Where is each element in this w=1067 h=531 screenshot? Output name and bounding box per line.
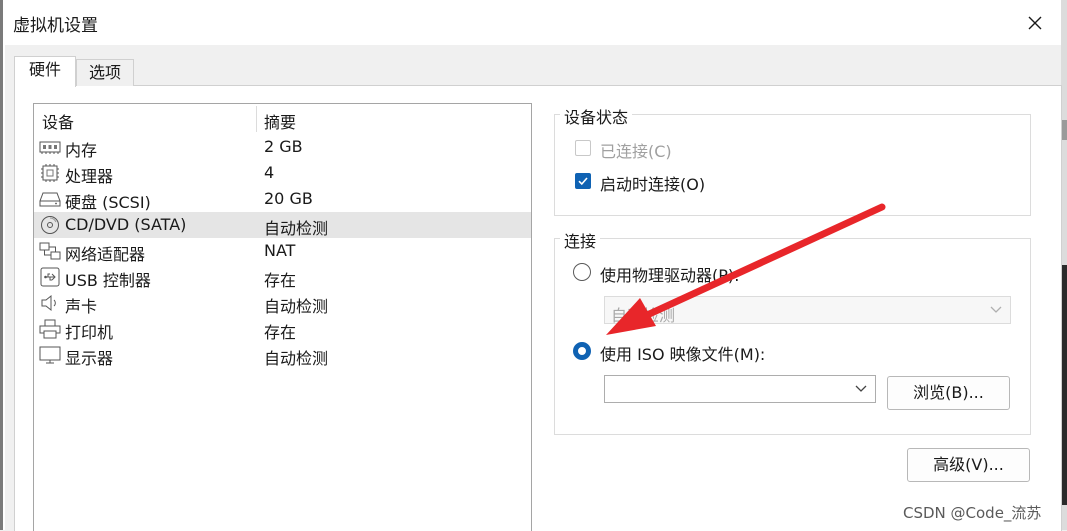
physical-drive-select[interactable]: 自动检测 (604, 296, 1011, 325)
device-name: 内存 (65, 141, 98, 160)
device-row-printer[interactable]: 打印机 存在 (34, 316, 531, 342)
hard-disk-icon (39, 192, 61, 207)
vm-settings-dialog: 虚拟机设置 硬件 选项 设备 摘要 内存 2 GB 处理器 4 硬盘 (SCSI… (5, 0, 1062, 531)
tab-options[interactable]: 选项 (76, 59, 134, 86)
close-button[interactable] (1019, 8, 1051, 38)
device-status-label: 设备状态 (560, 104, 633, 128)
connection-label: 连接 (560, 228, 601, 252)
device-summary: 自动检测 (264, 297, 329, 316)
device-name: 硬盘 (SCSI) (65, 193, 151, 212)
column-header-summary[interactable]: 摘要 (264, 109, 296, 133)
network-adapter-icon (39, 242, 61, 260)
device-row-processor[interactable]: 处理器 4 (34, 160, 531, 186)
device-summary: 2 GB (264, 137, 303, 156)
checkmark-icon (578, 177, 588, 186)
connect-at-power-on-label: 启动时连接(O) (600, 175, 706, 194)
chevron-down-icon (855, 385, 867, 392)
device-summary: 自动检测 (264, 219, 329, 238)
device-summary: NAT (264, 241, 296, 260)
device-row-hard-disk[interactable]: 硬盘 (SCSI) 20 GB (34, 186, 531, 212)
physical-drive-radio[interactable] (573, 263, 591, 281)
iso-image-path-input[interactable] (604, 375, 876, 403)
device-row-sound-card[interactable]: 声卡 自动检测 (34, 290, 531, 316)
speaker-icon (41, 294, 56, 312)
watermark: CSDN @Code_流苏 (903, 504, 1042, 522)
device-name: USB 控制器 (65, 271, 151, 290)
device-status-group (554, 114, 1031, 216)
advanced-button[interactable]: 高级(V)... (907, 448, 1030, 482)
window-title: 虚拟机设置 (13, 16, 98, 36)
device-row-cd-dvd[interactable]: CD/DVD (SATA) 自动检测 (34, 212, 531, 238)
physical-drive-label: 使用物理驱动器(P): (600, 266, 740, 285)
device-summary: 4 (264, 163, 275, 182)
connected-label: 已连接(C) (600, 142, 672, 161)
device-summary: 存在 (264, 271, 297, 290)
device-list[interactable]: 设备 摘要 内存 2 GB 处理器 4 硬盘 (SCSI) 20 GB CD/D… (33, 103, 532, 531)
cd-dvd-icon (41, 216, 59, 234)
device-row-display[interactable]: 显示器 自动检测 (34, 342, 531, 368)
device-name: 声卡 (65, 297, 98, 316)
device-name: 处理器 (65, 167, 114, 186)
chevron-down-icon (990, 306, 1002, 313)
title-bar: 虚拟机设置 (5, 0, 1061, 45)
close-icon (1028, 16, 1042, 30)
column-header-device[interactable]: 设备 (42, 109, 74, 133)
tab-hardware[interactable]: 硬件 (14, 56, 76, 87)
printer-icon (39, 319, 61, 339)
device-row-network-adapter[interactable]: 网络适配器 NAT (34, 238, 531, 264)
connect-at-power-on-checkbox[interactable] (575, 173, 591, 189)
device-name: 显示器 (65, 349, 114, 368)
iso-image-label: 使用 ISO 映像文件(M): (600, 345, 766, 364)
device-summary: 存在 (264, 323, 297, 342)
connected-checkbox[interactable] (575, 140, 591, 156)
device-summary: 20 GB (264, 189, 313, 208)
device-name: 打印机 (65, 323, 114, 342)
device-name: CD/DVD (SATA) (65, 215, 187, 234)
device-row-memory[interactable]: 内存 2 GB (34, 134, 531, 160)
device-summary: 自动检测 (264, 349, 329, 368)
processor-icon (41, 164, 59, 182)
memory-icon (39, 141, 61, 154)
usb-icon (40, 267, 60, 287)
device-list-header: 设备 摘要 (34, 104, 531, 134)
iso-image-radio[interactable] (573, 342, 591, 360)
device-name: 网络适配器 (65, 245, 146, 264)
monitor-icon (39, 346, 61, 364)
browse-button[interactable]: 浏览(B)... (887, 376, 1010, 410)
device-row-usb-controller[interactable]: USB 控制器 存在 (34, 264, 531, 290)
physical-drive-value: 自动检测 (611, 306, 676, 325)
